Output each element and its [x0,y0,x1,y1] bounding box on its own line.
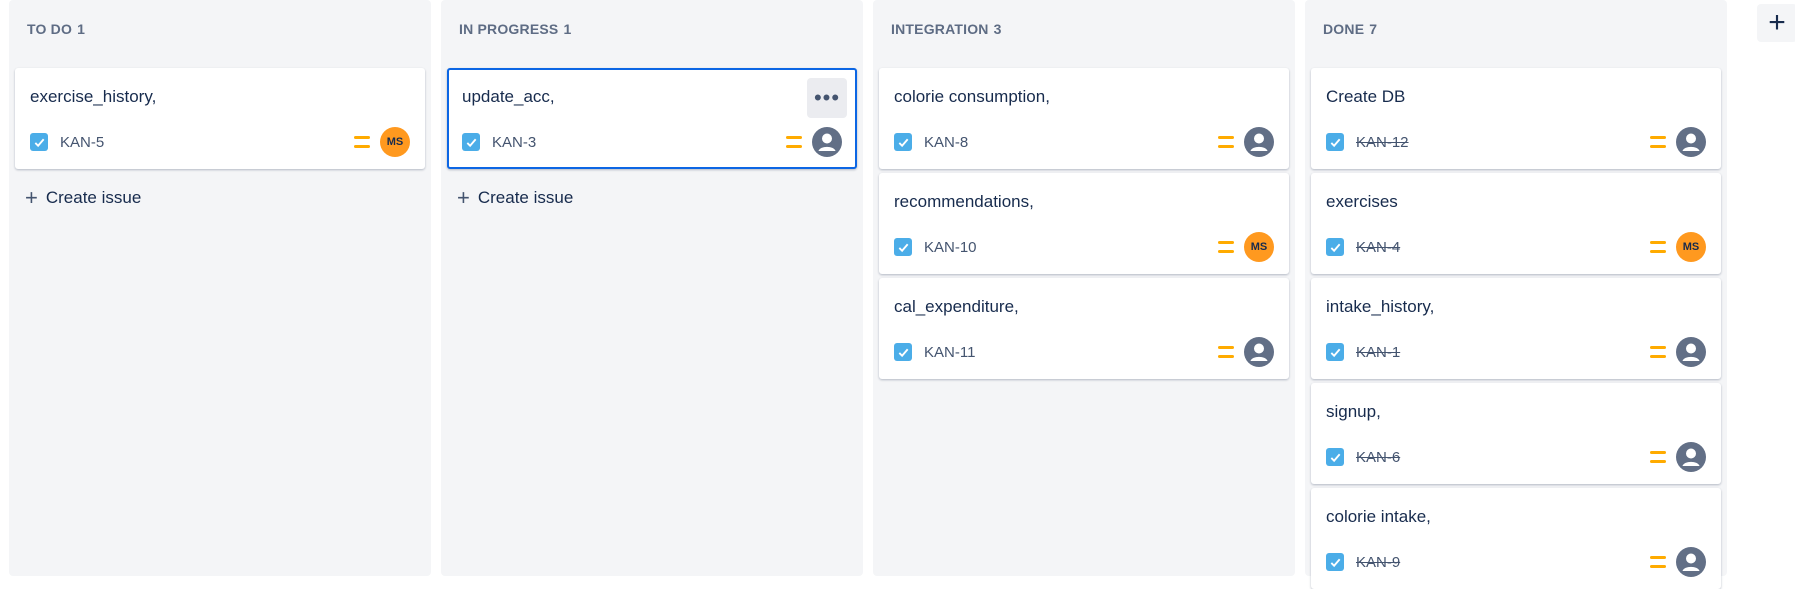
column-count: 3 [993,21,1002,37]
task-type-icon [30,133,48,151]
medium-priority-icon [1218,346,1234,358]
more-actions-button[interactable]: ••• [807,78,847,118]
issue-card[interactable]: colorie intake, KAN-9 [1311,488,1721,589]
column-header[interactable]: INTEGRATION 3 [879,0,1289,58]
medium-priority-icon [1650,346,1666,358]
column-title: DONE [1323,21,1365,37]
issue-key[interactable]: KAN-5 [60,134,104,151]
unassigned-avatar-icon[interactable] [1676,337,1706,367]
unassigned-avatar-icon[interactable] [1244,337,1274,367]
column-count: 7 [1369,21,1378,37]
issue-title: Create DB [1326,87,1406,106]
assignee-avatar[interactable]: MS [380,127,410,157]
issue-key[interactable]: KAN-6 [1356,449,1400,466]
issue-key[interactable]: KAN-8 [924,134,968,151]
issue-title: update_acc, [462,87,555,106]
column-in-progress: IN PROGRESS 1 update_acc, ••• KAN-3 + Cr… [441,0,863,576]
medium-priority-icon [1218,241,1234,253]
issue-title: colorie consumption, [894,87,1050,106]
issue-card[interactable]: recommendations, KAN-10 MS [879,173,1289,274]
task-type-icon [1326,238,1344,256]
issue-card[interactable]: exercise_history, KAN-5 MS [15,68,425,169]
column-header[interactable]: IN PROGRESS 1 [447,0,857,58]
issue-key[interactable]: KAN-1 [1356,344,1400,361]
issue-card[interactable]: signup, KAN-6 [1311,383,1721,484]
unassigned-avatar-icon[interactable] [1676,442,1706,472]
task-type-icon [894,238,912,256]
issue-card[interactable]: update_acc, ••• KAN-3 [447,68,857,169]
issue-title: signup, [1326,402,1381,421]
issue-card[interactable]: cal_expenditure, KAN-11 [879,278,1289,379]
create-issue-button[interactable]: + Create issue [15,183,425,213]
column-done: DONE 7 Create DB KAN-12 exercises KAN-4 [1305,0,1727,589]
issue-title: exercises [1326,192,1398,211]
create-issue-label: Create issue [477,188,574,207]
issue-key[interactable]: KAN-10 [924,239,977,256]
add-column-button[interactable]: + [1757,4,1795,42]
create-issue-label: Create issue [45,188,142,207]
task-type-icon [1326,553,1344,571]
plus-icon: + [25,185,38,210]
issue-key[interactable]: KAN-9 [1356,554,1400,571]
issue-title: recommendations, [894,192,1034,211]
issue-card[interactable]: Create DB KAN-12 [1311,68,1721,169]
column-count: 1 [563,21,572,37]
issue-card[interactable]: exercises KAN-4 MS [1311,173,1721,274]
task-type-icon [1326,448,1344,466]
medium-priority-icon [354,136,370,148]
create-issue-button[interactable]: + Create issue [447,183,857,213]
medium-priority-icon [1218,136,1234,148]
unassigned-avatar-icon[interactable] [1244,127,1274,157]
task-type-icon [462,133,480,151]
medium-priority-icon [1650,451,1666,463]
issue-key[interactable]: KAN-11 [924,344,975,361]
unassigned-avatar-icon[interactable] [1676,127,1706,157]
issue-title: colorie intake, [1326,507,1431,526]
medium-priority-icon [1650,241,1666,253]
task-type-icon [894,133,912,151]
column-integration: INTEGRATION 3 colorie consumption, KAN-8… [873,0,1295,576]
medium-priority-icon [1650,136,1666,148]
issue-title: intake_history, [1326,297,1435,316]
issue-card[interactable]: colorie consumption, KAN-8 [879,68,1289,169]
plus-icon: + [457,185,470,210]
medium-priority-icon [786,136,802,148]
column-header[interactable]: DONE 7 [1311,0,1721,58]
kanban-board: TO DO 1 exercise_history, KAN-5 MS + Cre… [9,0,1727,589]
task-type-icon [1326,343,1344,361]
column-count: 1 [77,21,86,37]
issue-title: cal_expenditure, [894,297,1019,316]
assignee-avatar[interactable]: MS [1676,232,1706,262]
unassigned-avatar-icon[interactable] [1676,547,1706,577]
column-header[interactable]: TO DO 1 [15,0,425,58]
issue-key[interactable]: KAN-4 [1356,239,1400,256]
column-todo: TO DO 1 exercise_history, KAN-5 MS + Cre… [9,0,431,576]
issue-key[interactable]: KAN-3 [492,134,536,151]
assignee-avatar[interactable]: MS [1244,232,1274,262]
task-type-icon [894,343,912,361]
issue-title: exercise_history, [30,87,157,106]
task-type-icon [1326,133,1344,151]
column-title: INTEGRATION [891,21,989,37]
issue-key[interactable]: KAN-12 [1356,134,1409,151]
medium-priority-icon [1650,556,1666,568]
column-title: IN PROGRESS [459,21,559,37]
column-title: TO DO [27,21,73,37]
issue-card[interactable]: intake_history, KAN-1 [1311,278,1721,379]
unassigned-avatar-icon[interactable] [812,127,842,157]
